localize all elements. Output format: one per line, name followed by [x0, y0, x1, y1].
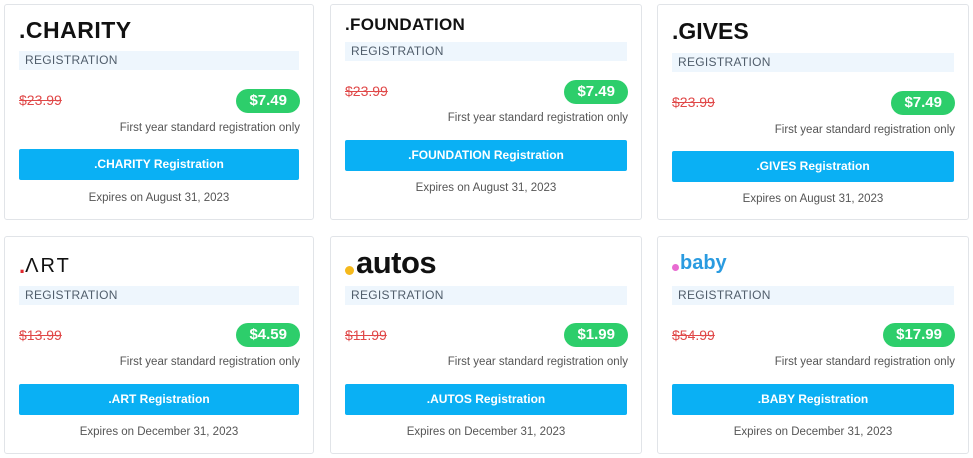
sale-price-badge: $17.99: [883, 323, 955, 347]
original-price: $11.99: [345, 327, 387, 343]
price-note: First year standard registration only: [774, 356, 955, 368]
charity-registration-button[interactable]: .CHARITY Registration: [19, 149, 299, 180]
autos-logo-mark-icon: [345, 265, 354, 275]
foundation-registration-button[interactable]: .FOUNDATION Registration: [345, 140, 627, 171]
expiry-date: Expires on August 31, 2023: [88, 192, 230, 204]
registration-label: REGISTRATION: [345, 42, 627, 61]
sale-price-badge: $1.99: [564, 323, 628, 347]
price-note: First year standard registration only: [119, 356, 300, 368]
expiry-date: Expires on August 31, 2023: [415, 182, 557, 194]
registration-label: REGISTRATION: [672, 53, 954, 72]
sale-price-badge: $4.59: [236, 323, 300, 347]
gives-registration-button[interactable]: .GIVES Registration: [672, 151, 954, 182]
foundation-logo: .FOUNDATION: [345, 15, 465, 35]
registration-label: REGISTRATION: [345, 286, 627, 305]
price-note: First year standard registration only: [774, 124, 955, 136]
autos-registration-button[interactable]: .AUTOS Registration: [345, 384, 627, 415]
charity-logo: .CHARITY: [19, 17, 132, 44]
domain-card-charity: .CHARITY REGISTRATION $23.99 $7.49 First…: [4, 4, 314, 220]
art-logo-text: ΛRT: [25, 254, 71, 277]
registration-label: REGISTRATION: [19, 51, 299, 70]
price-note: First year standard registration only: [447, 356, 628, 368]
charity-logo-text: .CHARITY: [19, 17, 132, 43]
baby-logo-text: baby: [680, 252, 727, 274]
original-price: $23.99: [19, 92, 62, 108]
gives-logo-text: .GIVES: [672, 18, 749, 44]
expiry-date: Expires on December 31, 2023: [406, 426, 566, 438]
autos-logo-text: autos: [356, 245, 437, 280]
sale-price-badge: $7.49: [564, 80, 628, 104]
baby-logo-heart-icon: [672, 264, 679, 271]
price-note: First year standard registration only: [447, 112, 628, 124]
registration-label: REGISTRATION: [19, 286, 299, 305]
gives-logo: .GIVES: [672, 18, 749, 45]
domain-card-baby: baby REGISTRATION $54.99 $17.99 First ye…: [657, 236, 969, 454]
sale-price-badge: $7.49: [236, 89, 300, 113]
art-logo: . ΛRT: [19, 253, 71, 279]
domain-card-foundation: .FOUNDATION REGISTRATION $23.99 $7.49 Fi…: [330, 4, 642, 220]
original-price: $13.99: [19, 327, 62, 343]
expiry-date: Expires on August 31, 2023: [742, 193, 884, 205]
price-note: First year standard registration only: [119, 122, 300, 134]
registration-label: REGISTRATION: [672, 286, 954, 305]
original-price: $23.99: [345, 83, 388, 99]
domain-card-gives: .GIVES REGISTRATION $23.99 $7.49 First y…: [657, 4, 969, 220]
original-price: $23.99: [672, 94, 715, 110]
baby-registration-button[interactable]: .BABY Registration: [672, 384, 954, 415]
art-registration-button[interactable]: .ART Registration: [19, 384, 299, 415]
expiry-date: Expires on December 31, 2023: [79, 426, 239, 438]
expiry-date: Expires on December 31, 2023: [733, 426, 893, 438]
baby-logo: baby: [672, 252, 727, 275]
autos-logo: autos: [345, 245, 437, 281]
domain-card-art: . ΛRT REGISTRATION $13.99 $4.59 First ye…: [4, 236, 314, 454]
foundation-logo-text: .FOUNDATION: [345, 15, 466, 34]
original-price: $54.99: [672, 327, 715, 343]
domain-card-autos: autos REGISTRATION $11.99 $1.99 First ye…: [330, 236, 642, 454]
sale-price-badge: $7.49: [891, 91, 955, 115]
